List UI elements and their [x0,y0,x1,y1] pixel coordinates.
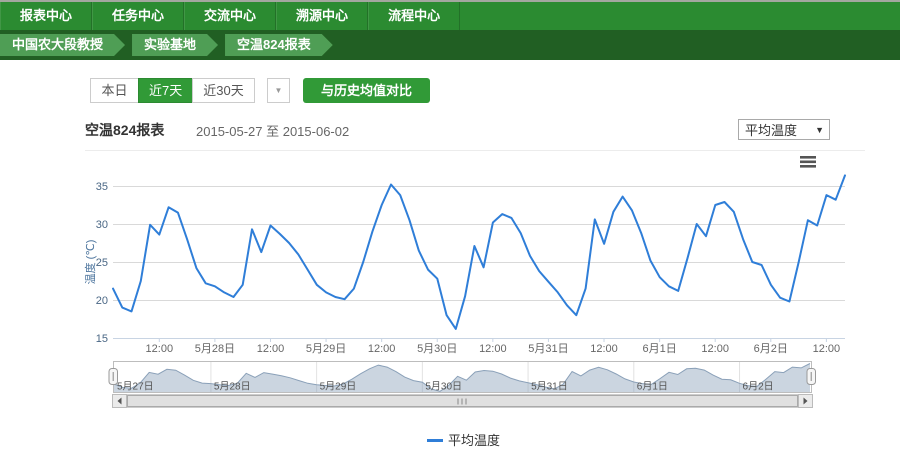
navigator-date-label: 6月2日 [743,381,774,393]
breadcrumb-item-2[interactable]: 实验基地 [132,34,218,56]
date-range-button-group: 本日近7天近30天 [90,78,255,103]
y-axis-tick-label: 15 [96,333,108,345]
chevron-down-icon: ▼ [815,125,829,135]
hamburger-menu-icon [800,165,816,168]
range-button-本日[interactable]: 本日 [90,78,139,103]
hamburger-menu-icon [800,161,816,164]
breadcrumb-item-3[interactable]: 空温824报表 [225,34,333,56]
x-axis-tick-label: 6月1日 [642,343,676,355]
y-axis-tick-label: 25 [96,257,108,269]
top-navigation-bar: 报表中心任务中心交流中心溯源中心流程中心 [0,0,900,30]
x-axis-tick-label: 12:00 [590,343,618,355]
scrollbar-left-button[interactable] [113,395,127,408]
compare-history-button[interactable]: 与历史均值对比 [303,78,430,103]
hamburger-menu-icon [800,156,816,159]
series-select[interactable]: 平均温度 ▼ [738,119,830,140]
y-gridlines [113,187,845,301]
chevron-down-icon: ▼ [275,86,283,95]
y-axis-tick-label: 20 [96,295,108,307]
nav-item-2[interactable]: 任务中心 [92,2,184,30]
x-axis-tick-label: 5月29日 [306,343,346,355]
y-axis-title: 温度 (℃) [83,240,97,285]
navigator-date-label: 5月30日 [425,381,462,393]
breadcrumb-item-1[interactable]: 中国农大段教授 [0,34,125,56]
temperature-chart: 12:00 5月28日 12:00 5月29日 12:00 5月30日 12:00 5月31日… [0,148,900,457]
range-button-近30天[interactable]: 近30天 [192,78,254,103]
x-axis-tick-label: 12:00 [257,343,285,355]
breadcrumb: 中国农大段教授实验基地空温824报表 [0,30,900,60]
y-axis-labels: 35 30 25 20 15 [96,181,108,345]
x-axis-tick-label: 12:00 [368,343,396,355]
y-axis-tick-label: 30 [96,219,108,231]
range-dropdown-button[interactable]: ▼ [267,78,290,103]
y-axis-tick-label: 35 [96,181,108,193]
nav-item-4[interactable]: 溯源中心 [276,2,368,30]
x-axis-tick-label: 5月31日 [528,343,568,355]
scrollbar-thumb[interactable] [128,396,798,407]
x-axis-tick-label: 5月30日 [417,343,457,355]
x-axis-tick-label: 12:00 [146,343,174,355]
navigator-date-label: 6月1日 [637,381,668,393]
average-temperature-line-series [113,175,845,329]
navigator-date-label: 5月31日 [531,381,568,393]
report-date-range: 2015-05-27 至 2015-06-02 [196,121,349,140]
x-axis-labels: 12:00 5月28日 12:00 5月29日 12:00 5月30日 12:00 5月31日… [146,343,841,355]
series-select-value: 平均温度 [739,120,815,139]
range-button-近7天[interactable]: 近7天 [138,78,193,103]
page-title: 空温824报表 [85,120,164,140]
x-axis-tick-label: 12:00 [479,343,507,355]
legend-item-average-temperature[interactable]: 平均温度 [427,433,500,448]
nav-item-3[interactable]: 交流中心 [184,2,276,30]
x-axis-ticks [159,339,826,343]
nav-item-5[interactable]: 流程中心 [368,2,460,30]
navigator-date-label: 5月27日 [117,381,154,393]
x-axis-tick-label: 5月28日 [195,343,235,355]
nav-item-1[interactable]: 报表中心 [0,2,92,30]
x-axis-tick-label: 12:00 [813,343,841,355]
navigator-left-handle[interactable] [109,369,118,385]
navigator-date-label: 5月29日 [320,381,357,393]
scrollbar-right-button[interactable] [799,395,813,408]
navigator-right-handle[interactable] [807,369,816,385]
navigator-date-label: 5月28日 [214,381,251,393]
x-axis-tick-label: 12:00 [701,343,729,355]
chart-export-menu-button[interactable] [800,156,816,168]
x-axis-tick-label: 6月2日 [754,343,788,355]
legend-label: 平均温度 [448,433,500,448]
